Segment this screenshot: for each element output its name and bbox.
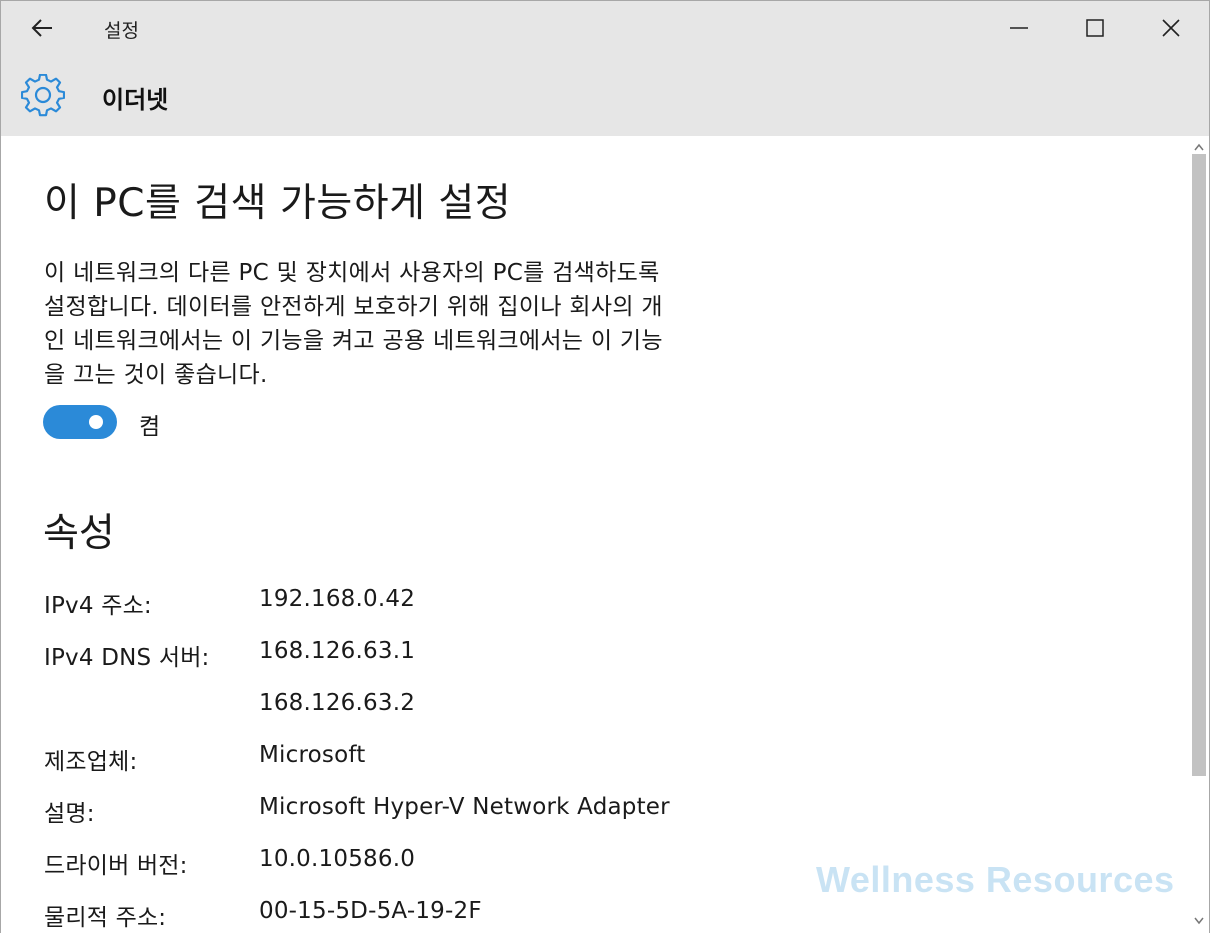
dns-server-value-2: 168.126.63.2 xyxy=(259,690,416,716)
minimize-icon xyxy=(1010,27,1028,29)
discoverable-toggle[interactable] xyxy=(43,405,117,439)
description-value: Microsoft Hyper-V Network Adapter xyxy=(259,794,670,820)
description-line: 설정합니다. 데이터를 안전하게 보호하기 위해 집이나 회사의 개 xyxy=(44,294,663,320)
page-header: 이더넷 xyxy=(1,56,1209,136)
driver-version-value: 10.0.10586.0 xyxy=(259,846,416,872)
properties-heading: 속성 xyxy=(43,511,115,556)
page-title: 이더넷 xyxy=(102,86,169,114)
driver-version-label: 드라이버 버전: xyxy=(44,853,188,879)
discoverable-description: 이 네트워크의 다른 PC 및 장치에서 사용자의 PC를 검색하도록 설정합니… xyxy=(44,256,804,392)
maximize-button[interactable] xyxy=(1065,7,1125,49)
back-button[interactable] xyxy=(19,9,65,47)
manufacturer-value: Microsoft xyxy=(259,742,366,768)
minimize-button[interactable] xyxy=(989,7,1049,49)
dns-server-value-1: 168.126.63.1 xyxy=(259,638,416,664)
toggle-knob xyxy=(89,415,103,429)
watermark-text: Wellness Resources xyxy=(816,859,1175,900)
gear-icon xyxy=(20,73,66,118)
maximize-icon xyxy=(1086,19,1104,37)
scroll-down-arrow-icon xyxy=(1194,917,1204,925)
title-bar: 설정 xyxy=(1,1,1209,56)
settings-window: 설정 이더넷 이 PC를 검색 가능하게 설정 이 네트워크의 다른 PC 및 … xyxy=(0,0,1210,933)
description-line: 인 네트워크에서는 이 기능을 켜고 공용 네트워크에서는 이 기능 xyxy=(44,328,663,354)
physical-address-value: 00-15-5D-5A-19-2F xyxy=(259,898,482,924)
scroll-up-arrow-icon xyxy=(1194,143,1204,151)
description-line: 을 끄는 것이 좋습니다. xyxy=(44,362,268,388)
ipv4-address-value: 192.168.0.42 xyxy=(259,586,416,612)
description-label: 설명: xyxy=(44,801,95,827)
back-arrow-icon xyxy=(31,19,52,37)
vertical-scrollbar[interactable] xyxy=(1189,136,1209,933)
physical-address-label: 물리적 주소: xyxy=(44,905,167,931)
scroll-thumb[interactable] xyxy=(1192,154,1206,776)
ipv4-address-label: IPv4 주소: xyxy=(44,593,152,619)
discoverable-heading: 이 PC를 검색 가능하게 설정 xyxy=(44,181,512,226)
description-line: 이 네트워크의 다른 PC 및 장치에서 사용자의 PC를 검색하도록 xyxy=(44,260,660,286)
settings-content: 이 PC를 검색 가능하게 설정 이 네트워크의 다른 PC 및 장치에서 사용… xyxy=(1,136,1189,933)
dns-server-label: IPv4 DNS 서버: xyxy=(44,645,210,671)
scroll-down-button[interactable] xyxy=(1192,914,1206,928)
close-icon xyxy=(1162,19,1180,37)
app-title: 설정 xyxy=(104,20,139,42)
toggle-state-label: 켬 xyxy=(139,414,161,440)
close-button[interactable] xyxy=(1141,7,1201,49)
scroll-up-button[interactable] xyxy=(1192,140,1206,154)
manufacturer-label: 제조업체: xyxy=(44,749,138,775)
